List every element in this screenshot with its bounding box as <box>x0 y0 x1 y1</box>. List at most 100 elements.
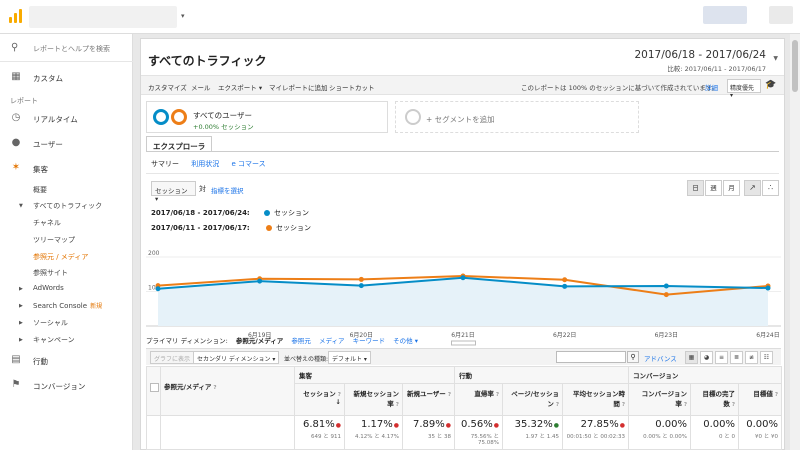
sort-arrow-icon[interactable]: ↓ <box>336 398 341 406</box>
column-header-label: 目標の完了数 <box>702 390 736 408</box>
column-header-label: セッション <box>303 390 336 398</box>
help-icon[interactable]: ? <box>496 392 499 398</box>
table-search-input[interactable] <box>556 351 626 363</box>
help-icon[interactable]: ? <box>732 402 735 408</box>
help-icon[interactable]: ? <box>684 402 687 408</box>
sidebar-item-social[interactable]: ソーシャル <box>33 318 68 328</box>
sidebar-search[interactable]: ⚲ レポートとヘルプを検索 <box>0 34 133 62</box>
column-header[interactable]: 目標の完了数? <box>690 383 740 416</box>
line-chart-icon[interactable]: ↗ <box>744 180 761 196</box>
sidebar-item-adwords[interactable]: AdWords <box>33 284 64 292</box>
dimension-other[interactable]: その他 ▾ <box>393 337 418 345</box>
column-header[interactable]: ページ/セッション? <box>502 383 564 416</box>
period-month-button[interactable]: 月 <box>723 180 740 196</box>
customize-button[interactable]: カスタマイズ <box>148 82 187 92</box>
sidebar-item-all-traffic[interactable]: すべてのトラフィック <box>33 201 102 211</box>
metric-select[interactable]: セッション ▾ <box>151 181 196 203</box>
motion-chart-icon[interactable]: ∴ <box>762 180 779 196</box>
sidebar-item-custom[interactable]: ▦ カスタム <box>0 67 133 87</box>
totals-value: 7.89%● <box>412 419 452 430</box>
help-icon[interactable]: ? <box>448 392 451 398</box>
secondary-dimension-select[interactable]: セカンダリ ディメンション ▾ <box>193 351 280 364</box>
column-header[interactable]: 直帰率? <box>454 383 504 416</box>
data-point-current <box>155 286 161 292</box>
plot-rows-button[interactable]: グラフに表示 <box>150 351 195 364</box>
sidebar-item-acquisition[interactable]: ✶ 集客 <box>0 158 133 178</box>
chevron-down-icon[interactable]: ▾ <box>181 12 185 20</box>
advanced-link[interactable]: アドバンス <box>644 353 677 363</box>
subtab-usage[interactable]: 利用状況 <box>191 160 219 168</box>
subtab-ecommerce[interactable]: e コマース <box>231 160 265 168</box>
column-header[interactable]: 新規ユーザー? <box>401 383 456 416</box>
table-view-icon[interactable]: ▦ <box>685 351 698 364</box>
expand-down-icon[interactable]: ▼ <box>19 203 23 209</box>
sidebar-item-treemap[interactable]: ツリーマップ <box>33 235 75 245</box>
add-dashboard-button[interactable]: マイレポートに追加 <box>269 82 328 92</box>
segment-all-users[interactable]: すべてのユーザー +0.00% セッション <box>146 101 388 133</box>
period-day-button[interactable]: 日 <box>687 180 704 196</box>
help-icon[interactable]: ? <box>396 402 399 408</box>
comparison-view-icon[interactable]: ≣ <box>730 351 743 364</box>
tab-explorer[interactable]: エクスプローラ <box>146 136 213 152</box>
add-segment-button[interactable]: + セグメントを追加 <box>395 101 639 133</box>
chevron-down-icon[interactable]: ▼ <box>773 55 778 62</box>
period-week-button[interactable]: 週 <box>705 180 722 196</box>
top-action[interactable] <box>703 6 747 24</box>
precision-select[interactable]: 精度優先 ▾ <box>727 79 761 99</box>
search-icon[interactable]: ⚲ <box>627 351 639 363</box>
expand-right-icon[interactable]: ▶ <box>19 337 23 343</box>
sort-type-select[interactable]: デフォルト ▾ <box>328 351 371 364</box>
expand-right-icon[interactable]: ▶ <box>19 320 23 326</box>
column-header[interactable]: セッション? ↓ <box>294 383 345 416</box>
help-icon[interactable]: ? <box>213 385 216 391</box>
totals-cell: 0.00% ¥0 と ¥0 <box>738 415 783 450</box>
sidebar-item-users[interactable]: ● ユーザー <box>0 133 133 153</box>
sidebar-item-conversions[interactable]: ⚑ コンバージョン <box>0 375 133 395</box>
totals-compare: 0 と 0 <box>719 434 736 440</box>
sidebar-item-search-console[interactable]: Search Console 新規 <box>33 301 102 310</box>
sidebar-item-behavior[interactable]: ▤ 行動 <box>0 350 133 370</box>
pivot-view-icon[interactable]: ☷ <box>760 351 773 364</box>
expand-right-icon[interactable]: ▶ <box>19 286 23 292</box>
analytics-logo-icon[interactable] <box>9 9 22 23</box>
subtab-summary[interactable]: サマリー <box>151 160 179 168</box>
expand-right-icon[interactable]: ▶ <box>19 303 23 309</box>
date-range-picker[interactable]: 2017/06/18 - 2017/06/24 <box>634 49 766 61</box>
sidebar-item-channels[interactable]: チャネル <box>33 218 61 228</box>
sidebar-item-referrals[interactable]: 参照サイト <box>33 268 68 278</box>
column-header[interactable]: 新規セッション率? <box>344 383 403 416</box>
sidebar-item-campaigns[interactable]: キャンペーン <box>33 335 75 345</box>
sidebar-item-source-medium[interactable]: 参照元 / メディア <box>33 252 88 262</box>
search-input[interactable]: レポートとヘルプを検索 <box>33 44 110 54</box>
table-toolbar: グラフに表示 セカンダリ ディメンション ▾ 並べ替えの種類: デフォルト ▾ … <box>146 348 781 365</box>
pick-metric-link[interactable]: 指標を選択 <box>211 185 244 195</box>
export-button[interactable]: エクスポート ▾ <box>218 82 262 92</box>
dimension-header[interactable]: 参照元/メディア? <box>160 366 295 416</box>
dimension-medium[interactable]: メディア <box>319 337 345 345</box>
account-selector[interactable] <box>29 6 177 28</box>
sidebar-item-acq-overview[interactable]: 概要 <box>33 185 47 195</box>
explorer-subtabs: サマリー 利用状況 e コマース <box>151 159 276 169</box>
help-icon[interactable]: ? <box>775 392 778 398</box>
scrollbar-thumb[interactable] <box>792 40 798 92</box>
graduation-cap-icon[interactable]: 🎓 <box>765 80 776 90</box>
shortcut-button[interactable]: ショートカット <box>329 82 375 92</box>
data-point-previous <box>358 276 364 282</box>
select-all-checkbox[interactable] <box>150 383 159 392</box>
help-icon[interactable]: ? <box>556 402 559 408</box>
page-scrollbar[interactable] <box>790 34 800 450</box>
performance-view-icon[interactable]: ≡ <box>715 351 728 364</box>
column-header[interactable]: 目標値? <box>738 383 783 416</box>
sidebar-item-realtime[interactable]: ◷ リアルタイム <box>0 108 133 128</box>
dimension-source-medium[interactable]: 参照元/メディア <box>236 337 283 345</box>
pie-view-icon[interactable]: ◕ <box>700 351 713 364</box>
user-avatar[interactable] <box>769 6 793 24</box>
dimension-source[interactable]: 参照元 <box>291 337 311 345</box>
dimension-keyword[interactable]: キーワード <box>353 337 386 345</box>
column-header[interactable]: コンバージョン率? <box>628 383 692 416</box>
email-button[interactable]: メール <box>191 82 211 92</box>
column-header[interactable]: 平均セッション時間? <box>562 383 630 416</box>
detail-link[interactable]: 詳細 <box>705 82 718 92</box>
term-cloud-icon[interactable]: ≢ <box>745 351 758 364</box>
help-icon[interactable]: ? <box>622 402 625 408</box>
